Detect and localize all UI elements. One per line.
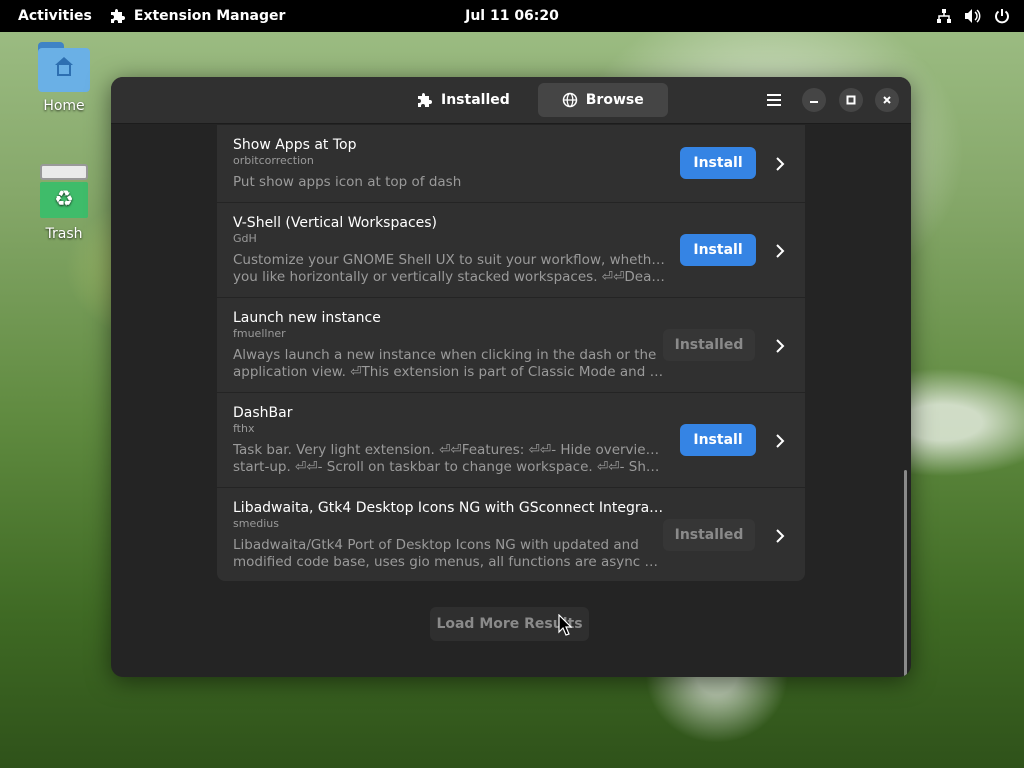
chevron-right-icon[interactable] bbox=[772, 338, 788, 354]
extension-list: Show Apps at Top orbitcorrection Put sho… bbox=[217, 125, 805, 581]
extension-description: Always launch a new instance when clicki… bbox=[233, 347, 665, 380]
extension-author: GdH bbox=[233, 232, 257, 245]
extension-title: V-Shell (Vertical Workspaces) bbox=[233, 215, 438, 231]
installed-button: Installed bbox=[663, 329, 755, 361]
extension-title: Show Apps at Top bbox=[233, 137, 357, 153]
puzzle-icon bbox=[418, 93, 432, 107]
extension-title: Launch new instance bbox=[233, 310, 381, 326]
home-folder-icon bbox=[38, 42, 90, 92]
extension-description: Put show apps icon at top of dash bbox=[233, 174, 462, 190]
extension-author: fmuellner bbox=[233, 327, 286, 340]
desktop-trash-label: Trash bbox=[45, 226, 83, 242]
extension-author: fthx bbox=[233, 422, 255, 435]
minimize-icon bbox=[810, 101, 818, 103]
list-item[interactable]: Launch new instance fmuellner Always lau… bbox=[217, 298, 805, 393]
extension-description: Customize your GNOME Shell UX to suit yo… bbox=[233, 252, 665, 285]
top-bar: Activities Extension Manager Jul 11 06:2… bbox=[0, 0, 1024, 32]
clock[interactable]: Jul 11 06:20 bbox=[465, 8, 559, 24]
chevron-right-icon[interactable] bbox=[772, 243, 788, 259]
list-item[interactable]: Show Apps at Top orbitcorrection Put sho… bbox=[217, 125, 805, 203]
tab-browse[interactable]: Browse bbox=[537, 83, 668, 117]
desktop-home[interactable]: Home bbox=[24, 42, 104, 114]
tab-installed-label: Installed bbox=[441, 92, 510, 108]
tab-installed[interactable]: Installed bbox=[393, 83, 534, 117]
minimize-button[interactable] bbox=[802, 88, 826, 112]
main-menu-button[interactable] bbox=[761, 87, 787, 113]
chevron-right-icon[interactable] bbox=[772, 156, 788, 172]
list-item[interactable]: DashBar fthx Task bar. Very light extens… bbox=[217, 393, 805, 488]
extension-description: Libadwaita/Gtk4 Port of Desktop Icons NG… bbox=[233, 537, 665, 570]
chevron-right-icon[interactable] bbox=[772, 433, 788, 449]
extension-manager-window: Installed Browse Show Apps at Top orbitc… bbox=[111, 77, 911, 677]
puzzle-icon bbox=[110, 9, 125, 23]
tab-browse-label: Browse bbox=[585, 92, 644, 108]
install-button[interactable]: Install bbox=[680, 234, 756, 266]
extension-title: Libadwaita, Gtk4 Desktop Icons NG with G… bbox=[233, 500, 665, 516]
volume-icon bbox=[965, 9, 981, 23]
network-icon bbox=[937, 9, 951, 23]
desktop-trash[interactable]: ♻ Trash bbox=[24, 164, 104, 242]
trash-icon: ♻ bbox=[40, 164, 88, 220]
scrollbar[interactable] bbox=[904, 470, 907, 677]
app-menu-label: Extension Manager bbox=[133, 8, 286, 24]
install-button[interactable]: Install bbox=[680, 147, 756, 179]
power-icon bbox=[995, 9, 1009, 24]
close-button[interactable] bbox=[875, 88, 899, 112]
chevron-right-icon[interactable] bbox=[772, 528, 788, 544]
system-tray[interactable] bbox=[936, 8, 1024, 24]
globe-icon bbox=[562, 92, 578, 108]
list-item[interactable]: Libadwaita, Gtk4 Desktop Icons NG with G… bbox=[217, 488, 805, 581]
close-icon bbox=[883, 96, 891, 104]
extension-title: DashBar bbox=[233, 405, 293, 421]
installed-button: Installed bbox=[663, 519, 755, 551]
extension-author: smedius bbox=[233, 517, 279, 530]
view-switcher: Installed Browse bbox=[393, 83, 668, 117]
header-bar: Installed Browse bbox=[111, 77, 911, 124]
mouse-cursor-icon bbox=[558, 614, 572, 636]
browse-view[interactable]: Show Apps at Top orbitcorrection Put sho… bbox=[111, 125, 911, 677]
hamburger-icon bbox=[767, 94, 781, 106]
install-button[interactable]: Install bbox=[680, 424, 756, 456]
desktop-home-label: Home bbox=[43, 98, 85, 114]
extension-description: Task bar. Very light extension. ⏎⏎Featur… bbox=[233, 442, 665, 475]
maximize-icon bbox=[846, 95, 856, 105]
extension-author: orbitcorrection bbox=[233, 154, 314, 167]
app-menu[interactable]: Extension Manager bbox=[110, 8, 286, 24]
activities-button[interactable]: Activities bbox=[0, 8, 110, 24]
maximize-button[interactable] bbox=[839, 88, 863, 112]
list-item[interactable]: V-Shell (Vertical Workspaces) GdH Custom… bbox=[217, 203, 805, 298]
